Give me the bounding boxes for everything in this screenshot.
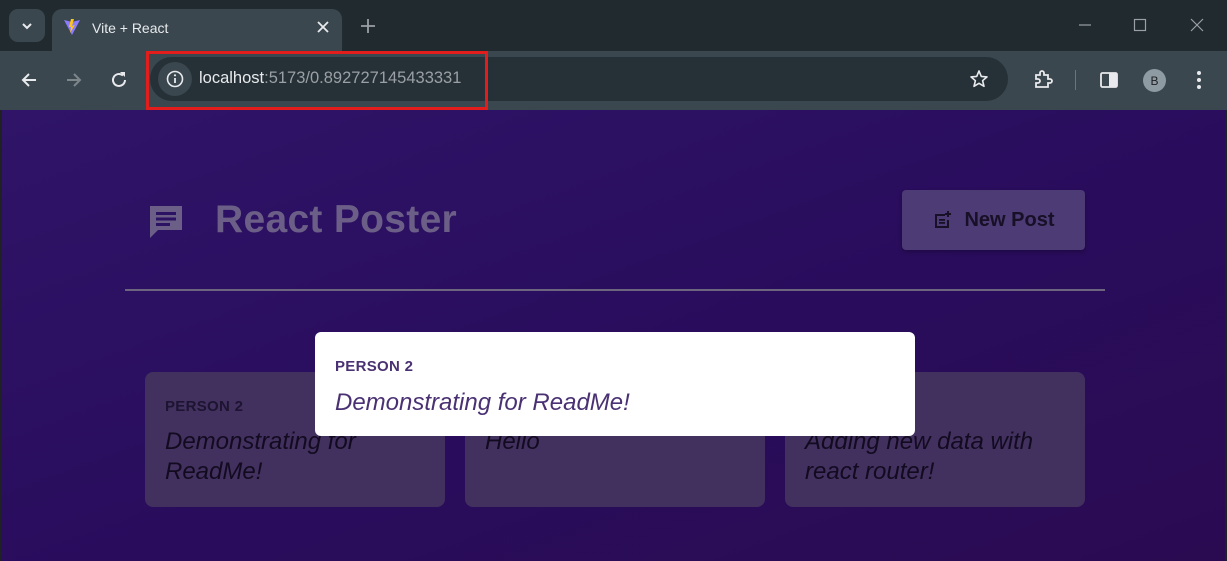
- reload-icon: [112, 72, 126, 87]
- header-divider: [125, 289, 1105, 291]
- back-button[interactable]: [16, 67, 42, 93]
- minimize-button[interactable]: [1073, 13, 1097, 37]
- extensions-button[interactable]: [1030, 67, 1056, 93]
- more-icon: [1197, 71, 1201, 89]
- sidepanel-icon: [1100, 72, 1118, 88]
- vite-favicon-icon: [64, 19, 80, 35]
- tab-title: Vite + React: [92, 20, 169, 36]
- toolbar-separator: [1075, 70, 1076, 90]
- close-window-icon: [1190, 18, 1204, 32]
- new-post-icon: [935, 211, 952, 228]
- extensions-icon: [1035, 70, 1053, 88]
- menu-button[interactable]: [1186, 67, 1212, 93]
- post-detail-modal[interactable]: PERSON 2 Demonstrating for ReadMe!: [315, 332, 915, 436]
- back-icon: [21, 73, 36, 87]
- post-body: Demonstrating for ReadMe!: [165, 428, 356, 485]
- side-panel-button[interactable]: [1096, 67, 1122, 93]
- forward-icon: [67, 73, 82, 87]
- profile-avatar[interactable]: B: [1143, 69, 1166, 92]
- chat-icon: [150, 206, 182, 238]
- active-tab[interactable]: Vite + React: [52, 9, 342, 51]
- bookmark-button[interactable]: [967, 67, 991, 91]
- close-window-button[interactable]: [1185, 13, 1209, 37]
- new-tab-button[interactable]: [356, 14, 380, 38]
- minimize-icon: [1079, 24, 1091, 26]
- maximize-button[interactable]: [1128, 13, 1152, 37]
- url-highlight-box: [146, 51, 488, 110]
- star-icon: [970, 70, 988, 88]
- tab-strip: Vite + React: [0, 0, 1227, 51]
- modal-body: Demonstrating for ReadMe!: [335, 389, 630, 416]
- new-post-button[interactable]: New Post: [902, 190, 1085, 250]
- post-body: Adding new data with react router!: [805, 428, 1034, 485]
- chevron-down-icon: [22, 22, 32, 29]
- reload-button[interactable]: [106, 67, 132, 93]
- plus-icon: [361, 19, 375, 33]
- page-title: React Poster: [215, 198, 458, 241]
- page-content: React Poster New Post PERSON 2 Demonstra…: [2, 110, 1225, 561]
- new-post-label: New Post: [964, 208, 1055, 231]
- tab-search-button[interactable]: [9, 9, 45, 42]
- tab-close-button[interactable]: [314, 18, 332, 36]
- post-author: PERSON 2: [165, 398, 244, 415]
- close-icon: [317, 21, 329, 33]
- forward-button[interactable]: [61, 67, 87, 93]
- modal-author: PERSON 2: [335, 358, 414, 375]
- maximize-icon: [1133, 18, 1147, 32]
